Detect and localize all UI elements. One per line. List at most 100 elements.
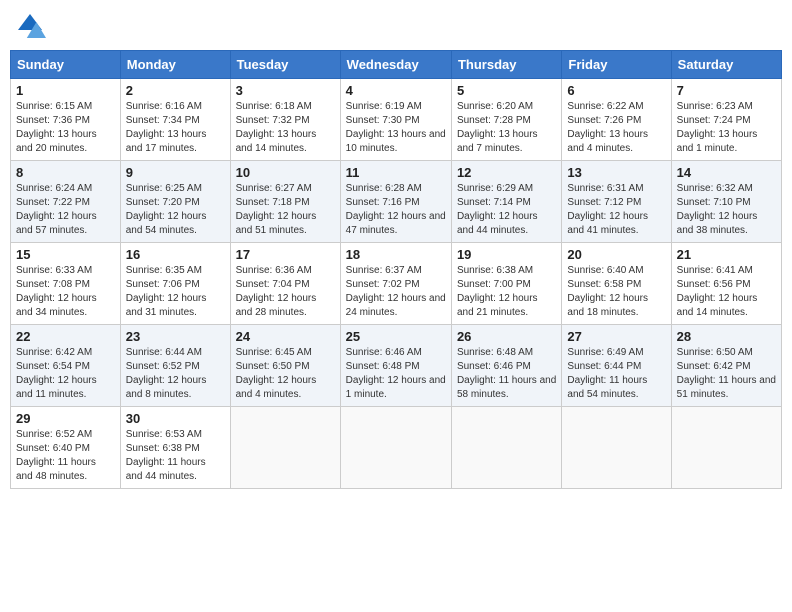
day-content: Sunrise: 6:33 AMSunset: 7:08 PMDaylight:…	[16, 264, 115, 320]
day-content: Sunrise: 6:18 AMSunset: 7:32 PMDaylight:…	[236, 100, 335, 156]
column-header-wednesday: Wednesday	[340, 51, 451, 79]
day-number: 24	[236, 329, 335, 344]
calendar-cell: 8 Sunrise: 6:24 AMSunset: 7:22 PMDaylight…	[11, 161, 121, 243]
day-content: Sunrise: 6:36 AMSunset: 7:04 PMDaylight:…	[236, 264, 335, 320]
day-number: 14	[677, 165, 776, 180]
day-content: Sunrise: 6:49 AMSunset: 6:44 PMDaylight:…	[567, 346, 665, 402]
day-content: Sunrise: 6:45 AMSunset: 6:50 PMDaylight:…	[236, 346, 335, 402]
column-header-tuesday: Tuesday	[230, 51, 340, 79]
day-number: 12	[457, 165, 556, 180]
day-content: Sunrise: 6:31 AMSunset: 7:12 PMDaylight:…	[567, 182, 665, 238]
day-number: 2	[126, 83, 225, 98]
calendar-cell: 27Sunrise: 6:49 AMSunset: 6:44 PMDayligh…	[562, 325, 671, 407]
day-content: Sunrise: 6:29 AMSunset: 7:14 PMDaylight:…	[457, 182, 556, 238]
column-header-friday: Friday	[562, 51, 671, 79]
day-content: Sunrise: 6:50 AMSunset: 6:42 PMDaylight:…	[677, 346, 776, 402]
calendar-header: SundayMondayTuesdayWednesdayThursdayFrid…	[11, 51, 782, 79]
calendar-week-row: 22Sunrise: 6:42 AMSunset: 6:54 PMDayligh…	[11, 325, 782, 407]
day-content: Sunrise: 6:53 AMSunset: 6:38 PMDaylight:…	[126, 428, 225, 484]
day-content: Sunrise: 6:16 AMSunset: 7:34 PMDaylight:…	[126, 100, 225, 156]
day-number: 10	[236, 165, 335, 180]
day-content: Sunrise: 6:37 AMSunset: 7:02 PMDaylight:…	[346, 264, 446, 320]
calendar-table: SundayMondayTuesdayWednesdayThursdayFrid…	[10, 50, 782, 489]
day-content: Sunrise: 6:40 AMSunset: 6:58 PMDaylight:…	[567, 264, 665, 320]
day-content: Sunrise: 6:22 AMSunset: 7:26 PMDaylight:…	[567, 100, 665, 156]
calendar-cell: 23 Sunrise: 6:44 AMSunset: 6:52 PMDayligh…	[120, 325, 230, 407]
day-content: Sunrise: 6:23 AMSunset: 7:24 PMDaylight:…	[677, 100, 776, 156]
logo-icon	[14, 10, 46, 42]
calendar-cell: 24 Sunrise: 6:45 AMSunset: 6:50 PMDayligh…	[230, 325, 340, 407]
calendar-cell: 28 Sunrise: 6:50 AMSunset: 6:42 PMDayligh…	[671, 325, 781, 407]
calendar-cell: 29Sunrise: 6:52 AMSunset: 6:40 PMDayligh…	[11, 407, 121, 489]
calendar-cell: 21 Sunrise: 6:41 AMSunset: 6:56 PMDayligh…	[671, 243, 781, 325]
day-content: Sunrise: 6:46 AMSunset: 6:48 PMDaylight:…	[346, 346, 446, 402]
calendar-cell	[230, 407, 340, 489]
day-content: Sunrise: 6:19 AMSunset: 7:30 PMDaylight:…	[346, 100, 446, 156]
calendar-cell: 9 Sunrise: 6:25 AMSunset: 7:20 PMDaylight…	[120, 161, 230, 243]
column-header-thursday: Thursday	[451, 51, 561, 79]
calendar-cell: 26 Sunrise: 6:48 AMSunset: 6:46 PMDayligh…	[451, 325, 561, 407]
day-content: Sunrise: 6:48 AMSunset: 6:46 PMDaylight:…	[457, 346, 556, 402]
calendar-cell: 2 Sunrise: 6:16 AMSunset: 7:34 PMDaylight…	[120, 79, 230, 161]
calendar-cell: 22Sunrise: 6:42 AMSunset: 6:54 PMDayligh…	[11, 325, 121, 407]
calendar-week-row: 29Sunrise: 6:52 AMSunset: 6:40 PMDayligh…	[11, 407, 782, 489]
calendar-cell: 16Sunrise: 6:35 AMSunset: 7:06 PMDayligh…	[120, 243, 230, 325]
column-header-sunday: Sunday	[11, 51, 121, 79]
calendar-cell: 1 Sunrise: 6:15 AMSunset: 7:36 PMDaylight…	[11, 79, 121, 161]
day-number: 3	[236, 83, 335, 98]
calendar-cell: 5Sunrise: 6:20 AMSunset: 7:28 PMDaylight…	[451, 79, 561, 161]
header-row: SundayMondayTuesdayWednesdayThursdayFrid…	[11, 51, 782, 79]
calendar-week-row: 15Sunrise: 6:33 AMSunset: 7:08 PMDayligh…	[11, 243, 782, 325]
calendar-cell: 20Sunrise: 6:40 AMSunset: 6:58 PMDayligh…	[562, 243, 671, 325]
day-number: 9	[126, 165, 225, 180]
day-number: 22	[16, 329, 115, 344]
calendar-week-row: 1 Sunrise: 6:15 AMSunset: 7:36 PMDaylight…	[11, 79, 782, 161]
calendar-cell: 6 Sunrise: 6:22 AMSunset: 7:26 PMDaylight…	[562, 79, 671, 161]
calendar-week-row: 8 Sunrise: 6:24 AMSunset: 7:22 PMDaylight…	[11, 161, 782, 243]
day-content: Sunrise: 6:41 AMSunset: 6:56 PMDaylight:…	[677, 264, 776, 320]
page-header	[10, 10, 782, 42]
calendar-cell: 17 Sunrise: 6:36 AMSunset: 7:04 PMDayligh…	[230, 243, 340, 325]
day-number: 23	[126, 329, 225, 344]
calendar-cell: 12 Sunrise: 6:29 AMSunset: 7:14 PMDayligh…	[451, 161, 561, 243]
calendar-cell: 4 Sunrise: 6:19 AMSunset: 7:30 PMDaylight…	[340, 79, 451, 161]
calendar-cell: 11Sunrise: 6:28 AMSunset: 7:16 PMDayligh…	[340, 161, 451, 243]
calendar-cell: 18 Sunrise: 6:37 AMSunset: 7:02 PMDayligh…	[340, 243, 451, 325]
day-number: 8	[16, 165, 115, 180]
calendar-cell	[562, 407, 671, 489]
day-content: Sunrise: 6:27 AMSunset: 7:18 PMDaylight:…	[236, 182, 335, 238]
day-content: Sunrise: 6:25 AMSunset: 7:20 PMDaylight:…	[126, 182, 225, 238]
day-number: 21	[677, 247, 776, 262]
day-number: 30	[126, 411, 225, 426]
day-content: Sunrise: 6:28 AMSunset: 7:16 PMDaylight:…	[346, 182, 446, 238]
day-number: 26	[457, 329, 556, 344]
logo	[14, 10, 50, 42]
day-number: 1	[16, 83, 115, 98]
day-content: Sunrise: 6:24 AMSunset: 7:22 PMDaylight:…	[16, 182, 115, 238]
calendar-cell	[451, 407, 561, 489]
column-header-saturday: Saturday	[671, 51, 781, 79]
calendar-cell: 10 Sunrise: 6:27 AMSunset: 7:18 PMDayligh…	[230, 161, 340, 243]
calendar-cell	[340, 407, 451, 489]
day-number: 25	[346, 329, 446, 344]
column-header-monday: Monday	[120, 51, 230, 79]
day-number: 7	[677, 83, 776, 98]
calendar-cell	[671, 407, 781, 489]
day-number: 5	[457, 83, 556, 98]
day-content: Sunrise: 6:32 AMSunset: 7:10 PMDaylight:…	[677, 182, 776, 238]
day-number: 29	[16, 411, 115, 426]
day-number: 19	[457, 247, 556, 262]
day-number: 18	[346, 247, 446, 262]
calendar-cell: 13 Sunrise: 6:31 AMSunset: 7:12 PMDayligh…	[562, 161, 671, 243]
day-content: Sunrise: 6:44 AMSunset: 6:52 PMDaylight:…	[126, 346, 225, 402]
day-number: 28	[677, 329, 776, 344]
day-content: Sunrise: 6:35 AMSunset: 7:06 PMDaylight:…	[126, 264, 225, 320]
day-number: 4	[346, 83, 446, 98]
day-number: 6	[567, 83, 665, 98]
day-number: 13	[567, 165, 665, 180]
day-content: Sunrise: 6:38 AMSunset: 7:00 PMDaylight:…	[457, 264, 556, 320]
calendar-cell: 30 Sunrise: 6:53 AMSunset: 6:38 PMDayligh…	[120, 407, 230, 489]
calendar-cell: 14 Sunrise: 6:32 AMSunset: 7:10 PMDayligh…	[671, 161, 781, 243]
day-number: 17	[236, 247, 335, 262]
day-content: Sunrise: 6:15 AMSunset: 7:36 PMDaylight:…	[16, 100, 115, 156]
